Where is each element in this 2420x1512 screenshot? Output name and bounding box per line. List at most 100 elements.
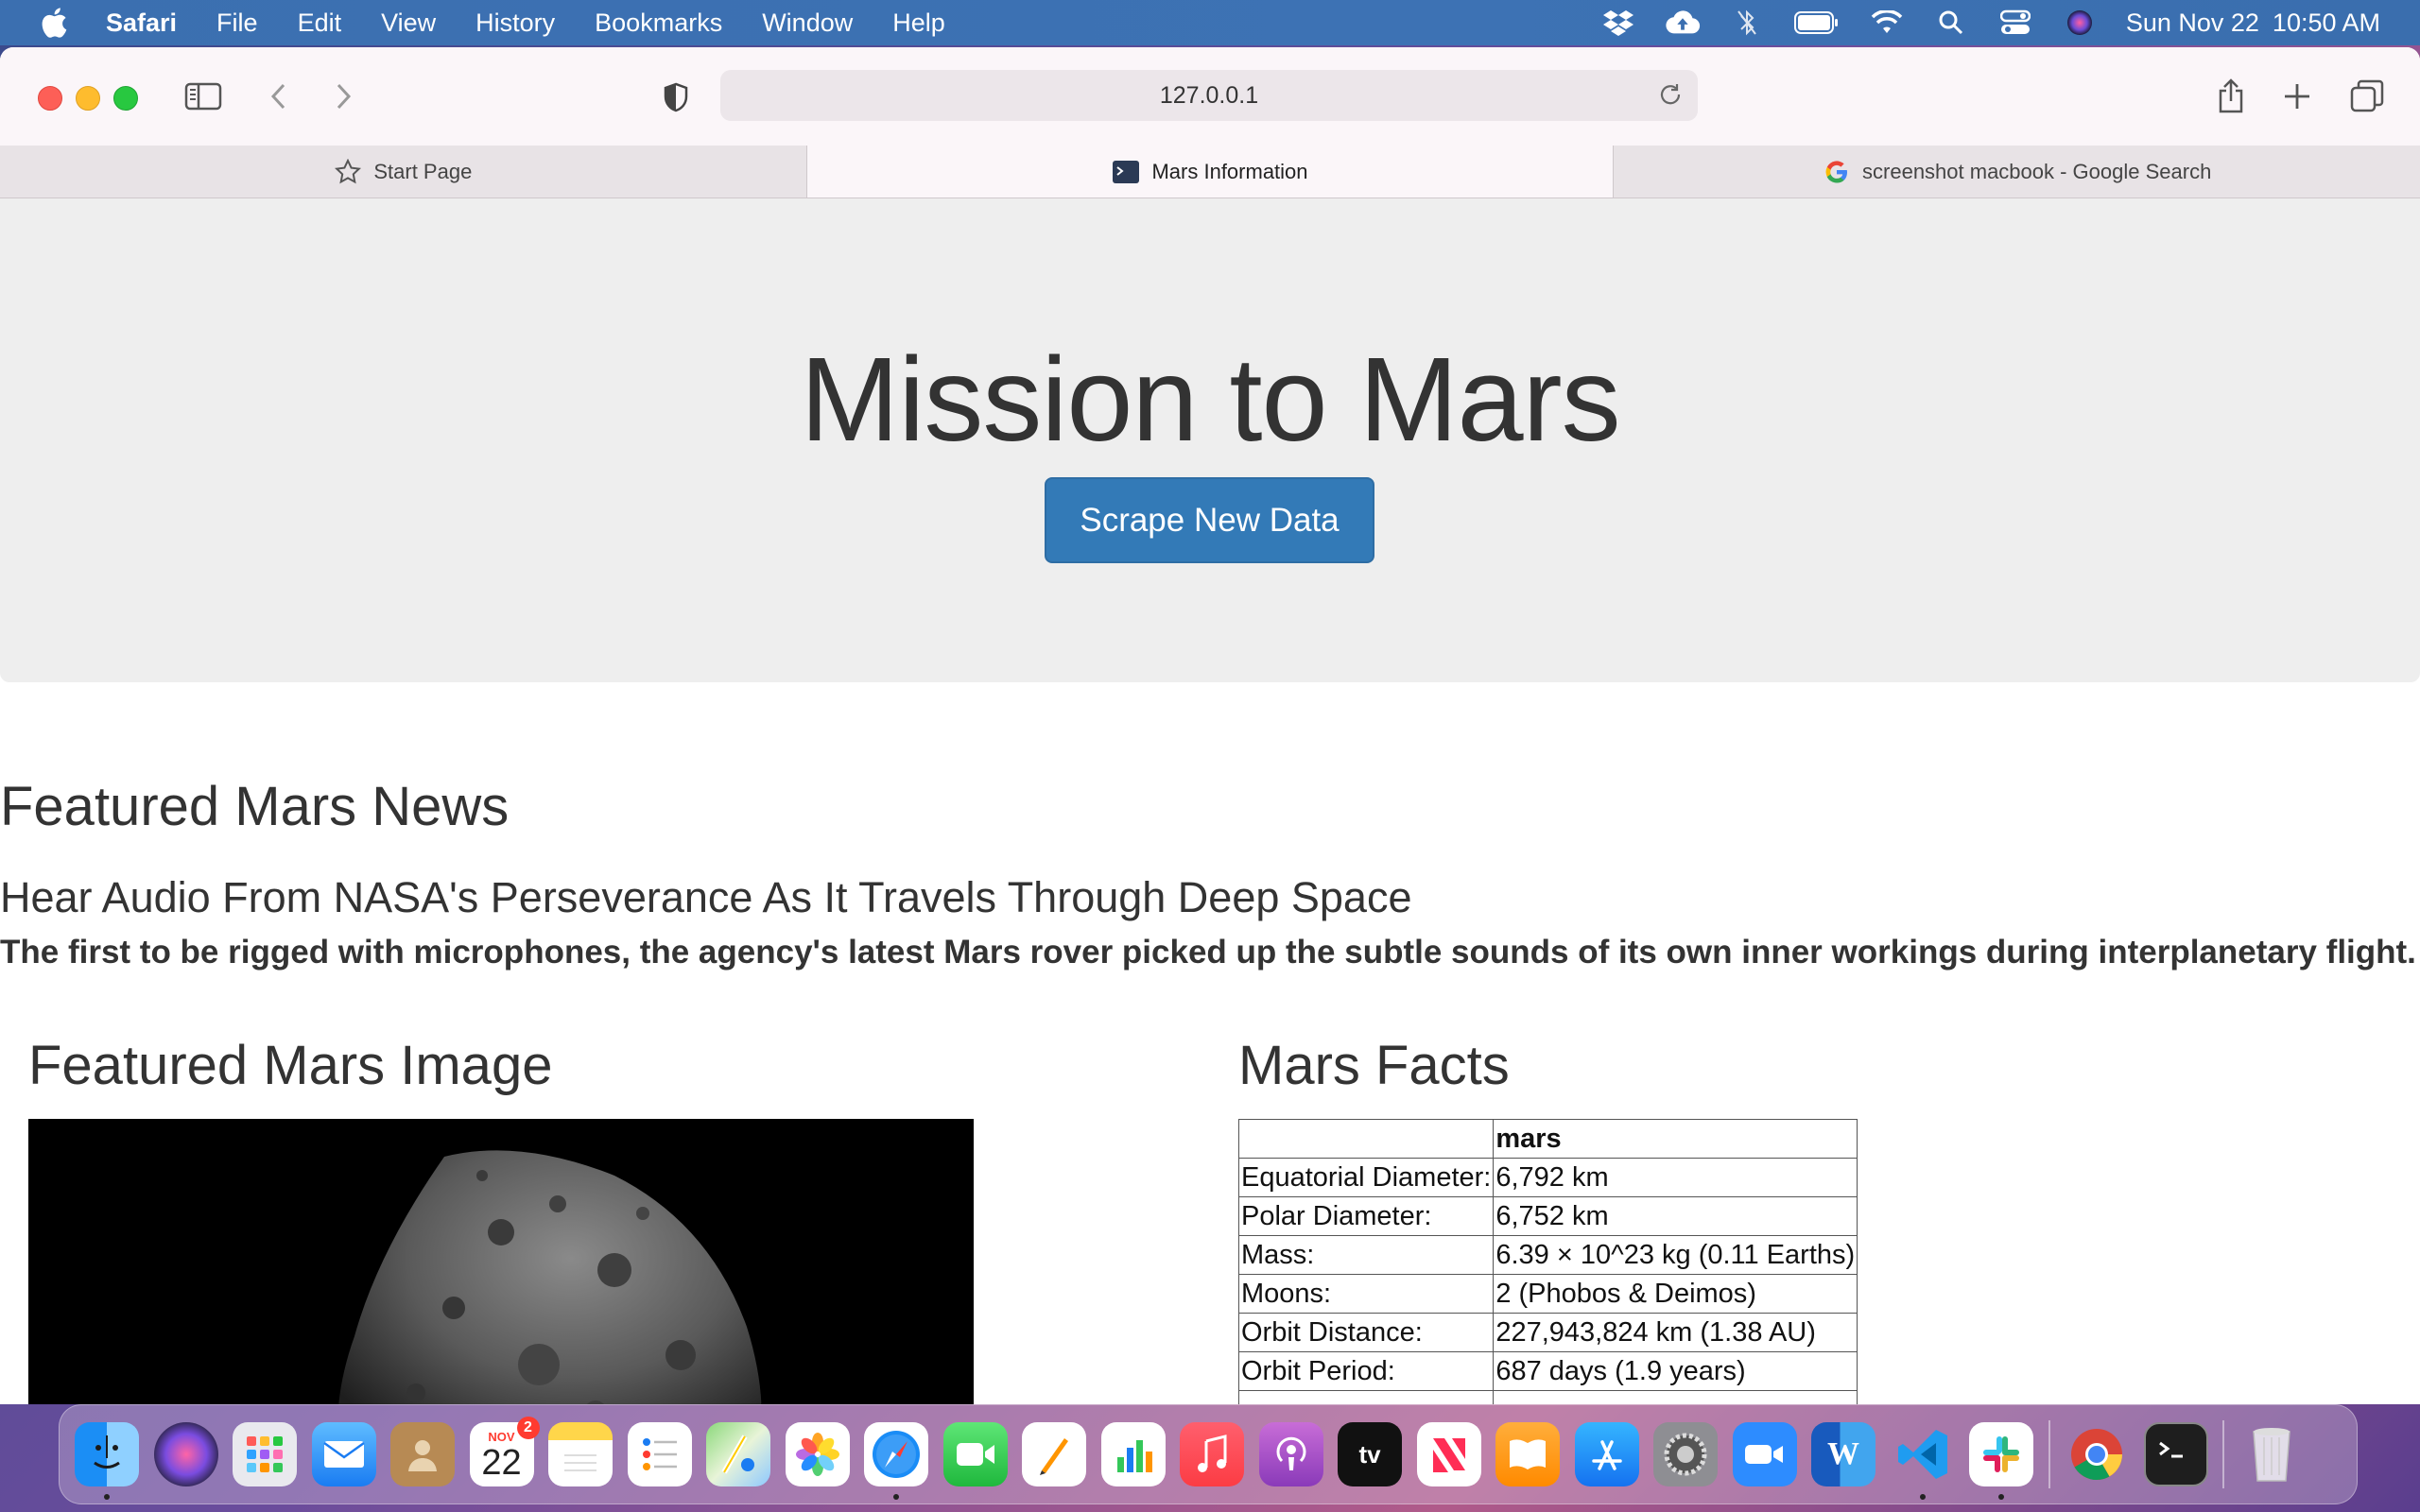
- zoom-window-button[interactable]: [113, 86, 138, 111]
- address-bar-url[interactable]: 127.0.0.1: [720, 82, 1698, 110]
- table-header-cell: [1237, 1119, 1495, 1159]
- tv-label: tv: [1358, 1439, 1381, 1469]
- apple-logo-icon[interactable]: [40, 7, 68, 39]
- tab-label: Start Page: [373, 159, 473, 183]
- fact-value: 6,792 km: [1493, 1158, 1858, 1197]
- notes-icon[interactable]: [548, 1422, 613, 1486]
- chrome-icon[interactable]: [2065, 1422, 2129, 1486]
- scrape-new-data-button[interactable]: Scrape New Data: [1045, 477, 1374, 563]
- tab-mars-information[interactable]: Mars Information: [806, 146, 1615, 198]
- spotlight-search-icon[interactable]: [1933, 9, 1969, 37]
- safari-window: 127.0.0.1 Start Page Mars Information sc…: [0, 47, 2420, 1404]
- web-page: Mission to Mars Scrape New Data Featured…: [0, 198, 2420, 1404]
- clock-date: Sun Nov 22: [2125, 8, 2259, 37]
- news-title: Hear Audio From NASA's Perseverance As I…: [0, 873, 1412, 921]
- tab-overview-icon[interactable]: [2348, 77, 2386, 115]
- dock-separator: [2048, 1420, 2050, 1488]
- maps-icon[interactable]: [706, 1422, 770, 1486]
- safari-app-icon[interactable]: [864, 1422, 928, 1500]
- featured-image-heading: Featured Mars Image: [28, 1035, 553, 1096]
- fact-label: Moons:: [1237, 1274, 1495, 1314]
- fact-value: [1493, 1390, 1858, 1404]
- slack-icon[interactable]: [1969, 1422, 2033, 1500]
- back-arrow-icon[interactable]: [265, 81, 291, 112]
- table-row: Equatorial Diameter: 6,792 km: [1237, 1158, 1858, 1197]
- menu-window[interactable]: Window: [762, 9, 853, 38]
- calendar-icon[interactable]: NOV 22 2: [469, 1417, 540, 1486]
- page-title: Mission to Mars: [800, 333, 1620, 466]
- menu-bar: Safari File Edit View History Bookmarks …: [0, 0, 2420, 45]
- siri-icon[interactable]: [2062, 9, 2098, 37]
- table-row: Orbit Period: 687 days (1.9 years): [1237, 1351, 1858, 1391]
- word-icon[interactable]: W: [1811, 1422, 1876, 1486]
- table-header-cell: mars: [1493, 1119, 1858, 1159]
- forward-arrow-icon[interactable]: [331, 81, 357, 112]
- tab-start-page[interactable]: Start Page: [0, 146, 807, 198]
- fact-label: Polar Diameter:: [1237, 1196, 1495, 1236]
- podcasts-icon[interactable]: [1258, 1422, 1323, 1486]
- fact-label: Orbit Period:: [1237, 1351, 1495, 1391]
- privacy-shield-icon[interactable]: [660, 81, 692, 113]
- mars-facts-table: mars Equatorial Diameter: 6,792 km Polar…: [1237, 1119, 1858, 1404]
- launchpad-icon[interactable]: [233, 1422, 297, 1486]
- google-icon: [1823, 158, 1851, 186]
- terminal-icon: [1112, 158, 1140, 186]
- new-tab-icon[interactable]: [2280, 79, 2314, 113]
- zoom-icon[interactable]: [1732, 1422, 1797, 1486]
- fact-value: 227,943,824 km (1.38 AU): [1493, 1313, 1858, 1352]
- facetime-icon[interactable]: [942, 1422, 1008, 1486]
- numbers-icon[interactable]: [1100, 1422, 1166, 1486]
- sidebar-toggle-icon[interactable]: [183, 79, 223, 113]
- dropbox-icon[interactable]: [1600, 9, 1636, 37]
- books-icon[interactable]: [1495, 1422, 1560, 1486]
- contacts-icon[interactable]: [390, 1422, 455, 1486]
- menu-edit[interactable]: Edit: [298, 9, 342, 38]
- menu-history[interactable]: History: [475, 9, 555, 38]
- terminal-app-icon[interactable]: [2143, 1422, 2208, 1486]
- wifi-icon[interactable]: [1869, 9, 1905, 37]
- featured-mars-image[interactable]: [28, 1119, 974, 1404]
- fact-value: 6,752 km: [1493, 1196, 1858, 1236]
- tab-bar: Start Page Mars Information screenshot m…: [0, 146, 2420, 198]
- photos-icon[interactable]: [785, 1422, 850, 1486]
- close-window-button[interactable]: [38, 86, 62, 111]
- tab-google-search[interactable]: screenshot macbook - Google Search: [1614, 146, 2420, 198]
- mail-icon[interactable]: [311, 1422, 376, 1486]
- siri-app-icon[interactable]: [153, 1422, 218, 1486]
- vscode-icon[interactable]: [1891, 1422, 1955, 1500]
- tab-label: screenshot macbook - Google Search: [1862, 159, 2212, 183]
- trash-icon[interactable]: [2239, 1422, 2304, 1486]
- fact-value: 6.39 × 10^23 kg (0.11 Earths): [1493, 1235, 1858, 1275]
- system-preferences-icon[interactable]: [1653, 1422, 1718, 1486]
- fact-label: Mass:: [1237, 1235, 1495, 1275]
- app-store-icon[interactable]: [1574, 1422, 1639, 1486]
- reminders-icon[interactable]: [627, 1422, 692, 1486]
- word-letter-icon: W: [1827, 1436, 1859, 1471]
- battery-icon[interactable]: [1793, 9, 1841, 37]
- star-icon: [334, 158, 362, 186]
- browser-toolbar: 127.0.0.1: [0, 47, 2420, 146]
- clock-time: 10:50 AM: [2272, 8, 2380, 37]
- pages-icon[interactable]: [1022, 1422, 1086, 1486]
- menu-app-name[interactable]: Safari: [106, 9, 177, 38]
- menu-file[interactable]: File: [216, 9, 258, 38]
- bluetooth-off-icon[interactable]: [1729, 9, 1765, 37]
- news-icon[interactable]: [1416, 1422, 1481, 1486]
- fact-label: [1237, 1390, 1495, 1404]
- menu-view[interactable]: View: [381, 9, 436, 38]
- reload-icon[interactable]: [1658, 82, 1685, 109]
- music-icon[interactable]: [1180, 1422, 1244, 1486]
- share-icon[interactable]: [2212, 76, 2250, 115]
- menu-bookmarks[interactable]: Bookmarks: [595, 9, 722, 38]
- finder-icon[interactable]: [75, 1422, 139, 1500]
- featured-news-heading: Featured Mars News: [0, 776, 510, 837]
- cloud-upload-icon[interactable]: [1665, 9, 1701, 37]
- menu-clock[interactable]: Sun Nov 22 10:50 AM: [2126, 9, 2380, 38]
- control-center-icon[interactable]: [1997, 9, 2033, 37]
- running-indicator: [1998, 1494, 2004, 1500]
- fact-label: Orbit Distance:: [1237, 1313, 1495, 1352]
- minimize-window-button[interactable]: [76, 86, 100, 111]
- menu-help[interactable]: Help: [892, 9, 945, 38]
- tv-icon[interactable]: tv: [1338, 1422, 1402, 1486]
- address-bar[interactable]: 127.0.0.1: [720, 70, 1698, 121]
